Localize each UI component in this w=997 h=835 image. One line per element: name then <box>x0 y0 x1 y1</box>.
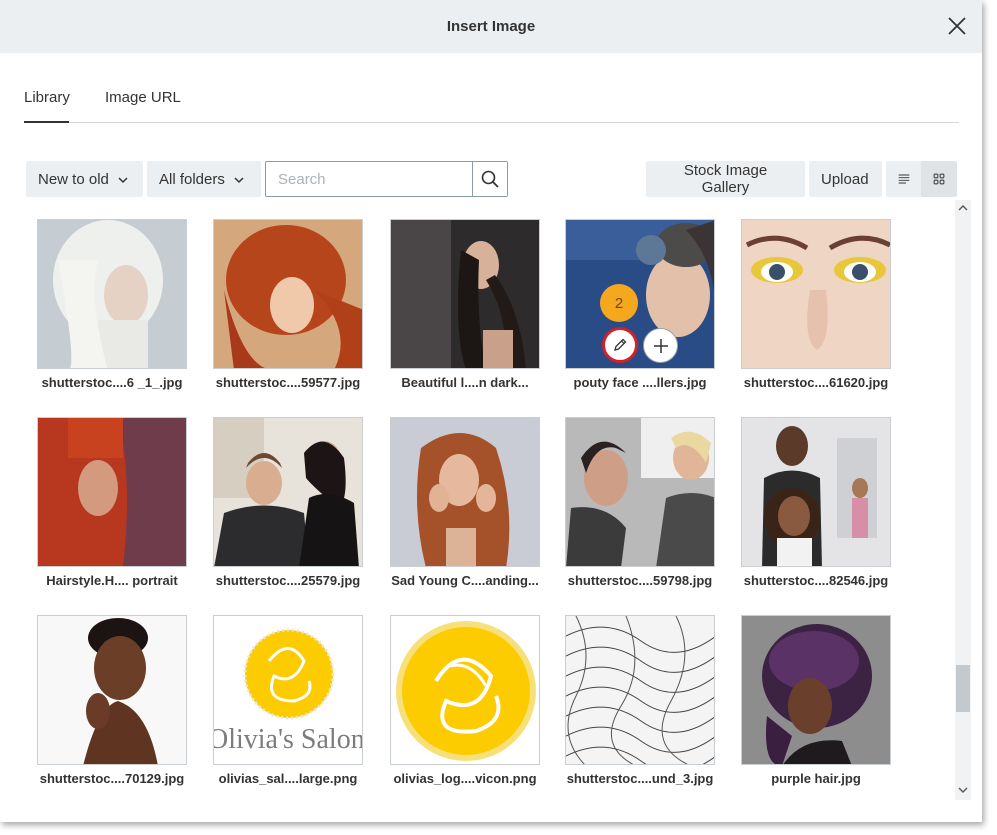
image-caption: shutterstoc....25579.jpg <box>215 573 361 588</box>
tab-bar: Library Image URL <box>24 85 959 123</box>
image-caption: Sad Young C....anding... <box>391 573 539 588</box>
image-thumbnail <box>390 417 540 567</box>
list-view-icon[interactable] <box>886 161 922 197</box>
image-caption: shutterstoc....70129.jpg <box>39 771 185 786</box>
close-icon[interactable] <box>946 15 968 37</box>
image-tile[interactable]: shutterstoc....59798.jpg <box>565 417 715 595</box>
image-thumbnail <box>213 417 363 567</box>
folder-dropdown[interactable]: All folders <box>147 161 261 197</box>
add-plus-icon[interactable] <box>643 328 678 363</box>
image-thumbnail <box>213 219 363 369</box>
tab-image-url[interactable]: Image URL <box>105 85 181 123</box>
chevron-down-icon[interactable] <box>955 782 971 798</box>
image-thumbnail <box>390 615 540 765</box>
image-thumbnail <box>37 219 187 369</box>
image-tile[interactable]: Hairstyle.H.... portrait <box>37 417 187 595</box>
image-tile[interactable]: olivias_log....vicon.png <box>390 615 540 793</box>
image-thumbnail <box>741 615 891 765</box>
image-thumbnail: Olivia's Salon <box>213 615 363 765</box>
image-caption: olivias_log....vicon.png <box>393 771 537 786</box>
image-tile[interactable]: Sad Young C....anding... <box>390 417 540 595</box>
image-caption: shutterstoc....59798.jpg <box>567 573 713 588</box>
upload-button[interactable]: Upload <box>809 161 882 197</box>
folder-label: All folders <box>159 170 225 188</box>
image-tile[interactable]: shutterstoc....70129.jpg <box>37 615 187 793</box>
chevron-up-icon[interactable] <box>955 200 971 216</box>
image-tile[interactable]: 2 pouty face ....llers.jpg <box>565 219 715 397</box>
image-tile[interactable]: Beautiful l....n dark... <box>390 219 540 397</box>
selection-count-badge: 2 <box>600 284 638 322</box>
scrollbar-thumb[interactable] <box>956 665 970 712</box>
chevron-down-icon <box>233 173 245 185</box>
image-caption: shutterstoc....59577.jpg <box>215 375 361 390</box>
image-thumbnail <box>565 615 715 765</box>
search-box <box>265 161 508 197</box>
image-thumbnail <box>565 417 715 567</box>
image-caption: olivias_sal....large.png <box>218 771 358 786</box>
vertical-scrollbar[interactable] <box>955 200 971 800</box>
image-thumbnail: 2 <box>565 219 715 369</box>
search-input[interactable] <box>266 162 473 196</box>
grid-view-icon[interactable] <box>921 161 957 197</box>
image-tile[interactable]: shutterstoc....6 _1_.jpg <box>37 219 187 397</box>
image-caption: pouty face ....llers.jpg <box>573 375 707 390</box>
image-caption: shutterstoc....61620.jpg <box>743 375 889 390</box>
image-thumbnail <box>741 417 891 567</box>
salon-logo-text: Olivia's Salon <box>214 724 363 755</box>
image-tile[interactable]: shutterstoc....und_3.jpg <box>565 615 715 793</box>
sort-label: New to old <box>38 170 109 188</box>
image-caption: purple hair.jpg <box>771 771 861 786</box>
image-caption: shutterstoc....6 _1_.jpg <box>41 375 183 390</box>
image-tile[interactable]: shutterstoc....61620.jpg <box>741 219 891 397</box>
insert-image-dialog: Insert Image Library Image URL New to ol… <box>0 0 982 822</box>
image-grid: shutterstoc....6 _1_.jpg shutterstoc....… <box>0 212 950 812</box>
edit-pencil-icon[interactable] <box>602 327 638 363</box>
image-thumbnail <box>390 219 540 369</box>
dialog-title: Insert Image <box>446 18 536 35</box>
image-tile[interactable]: purple hair.jpg <box>741 615 891 793</box>
image-caption: Hairstyle.H.... portrait <box>46 573 178 588</box>
image-tile[interactable]: shutterstoc....25579.jpg <box>213 417 363 595</box>
image-tile[interactable]: shutterstoc....82546.jpg <box>741 417 891 595</box>
tab-library[interactable]: Library <box>24 85 70 123</box>
image-thumbnail <box>741 219 891 369</box>
stock-image-gallery-button[interactable]: Stock Image Gallery <box>646 161 805 197</box>
sort-dropdown[interactable]: New to old <box>26 161 143 197</box>
chevron-down-icon <box>117 173 129 185</box>
search-icon <box>481 170 499 188</box>
search-button[interactable] <box>472 162 507 196</box>
dialog-header: Insert Image <box>0 0 982 53</box>
image-caption: Beautiful l....n dark... <box>401 375 529 390</box>
image-thumbnail <box>37 615 187 765</box>
image-tile[interactable]: Olivia's Salon olivias_sal....large.png <box>213 615 363 793</box>
image-caption: shutterstoc....und_3.jpg <box>566 771 714 786</box>
image-caption: shutterstoc....82546.jpg <box>743 573 889 588</box>
image-thumbnail <box>37 417 187 567</box>
image-tile[interactable]: shutterstoc....59577.jpg <box>213 219 363 397</box>
